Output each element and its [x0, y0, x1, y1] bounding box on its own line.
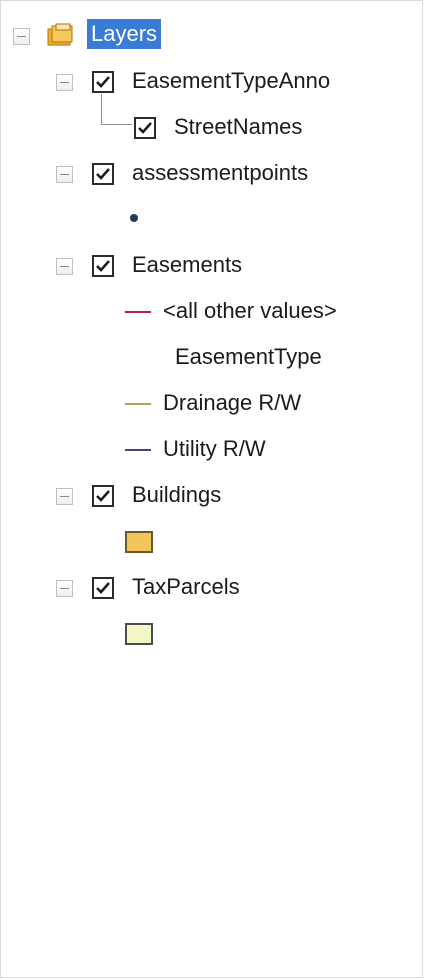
legend-field-name-label: EasementType — [175, 344, 322, 369]
line-symbol-swatch — [125, 311, 151, 313]
tree-connector-line — [101, 94, 132, 125]
layer-easementtypeanno-label[interactable]: EasementTypeAnno — [132, 66, 330, 96]
layers-folder-icon — [47, 23, 73, 46]
layer-taxparcels-label[interactable]: TaxParcels — [132, 572, 240, 602]
check-icon — [96, 490, 110, 502]
point-symbol-swatch — [130, 214, 138, 222]
check-icon — [138, 122, 152, 134]
class-streetnames-label[interactable]: StreetNames — [174, 112, 302, 142]
root-collapse-toggle[interactable] — [13, 28, 30, 45]
assessmentpoints-checkbox[interactable] — [92, 163, 114, 185]
taxparcels-checkbox[interactable] — [92, 577, 114, 599]
buildings-collapse-toggle[interactable] — [56, 488, 73, 505]
assessmentpoints-collapse-toggle[interactable] — [56, 166, 73, 183]
taxparcels-collapse-toggle[interactable] — [56, 580, 73, 597]
line-symbol-swatch — [125, 449, 151, 451]
buildings-checkbox[interactable] — [92, 485, 114, 507]
table-of-contents-panel: Layers EasementTypeAnno StreetNames asse… — [0, 0, 423, 978]
streetnames-checkbox[interactable] — [134, 117, 156, 139]
easements-checkbox[interactable] — [92, 255, 114, 277]
layer-assessmentpoints-label[interactable]: assessmentpoints — [132, 158, 308, 188]
line-symbol-swatch — [125, 403, 151, 405]
check-icon — [96, 168, 110, 180]
check-icon — [96, 76, 110, 88]
legend-drainage-label: Drainage R/W — [163, 390, 302, 415]
legend-utility-label: Utility R/W — [163, 436, 266, 461]
easementtypeanno-collapse-toggle[interactable] — [56, 74, 73, 91]
check-icon — [96, 582, 110, 594]
root-layers-label[interactable]: Layers — [87, 19, 162, 49]
easements-collapse-toggle[interactable] — [56, 258, 73, 275]
check-icon — [96, 260, 110, 272]
polygon-symbol-swatch — [125, 623, 153, 645]
easementtypeanno-checkbox[interactable] — [92, 71, 114, 93]
polygon-symbol-swatch — [125, 531, 153, 553]
layer-easements-label[interactable]: Easements — [132, 250, 242, 280]
legend-all-other-values-label: <all other values> — [163, 298, 337, 323]
layer-buildings-label[interactable]: Buildings — [132, 480, 221, 510]
